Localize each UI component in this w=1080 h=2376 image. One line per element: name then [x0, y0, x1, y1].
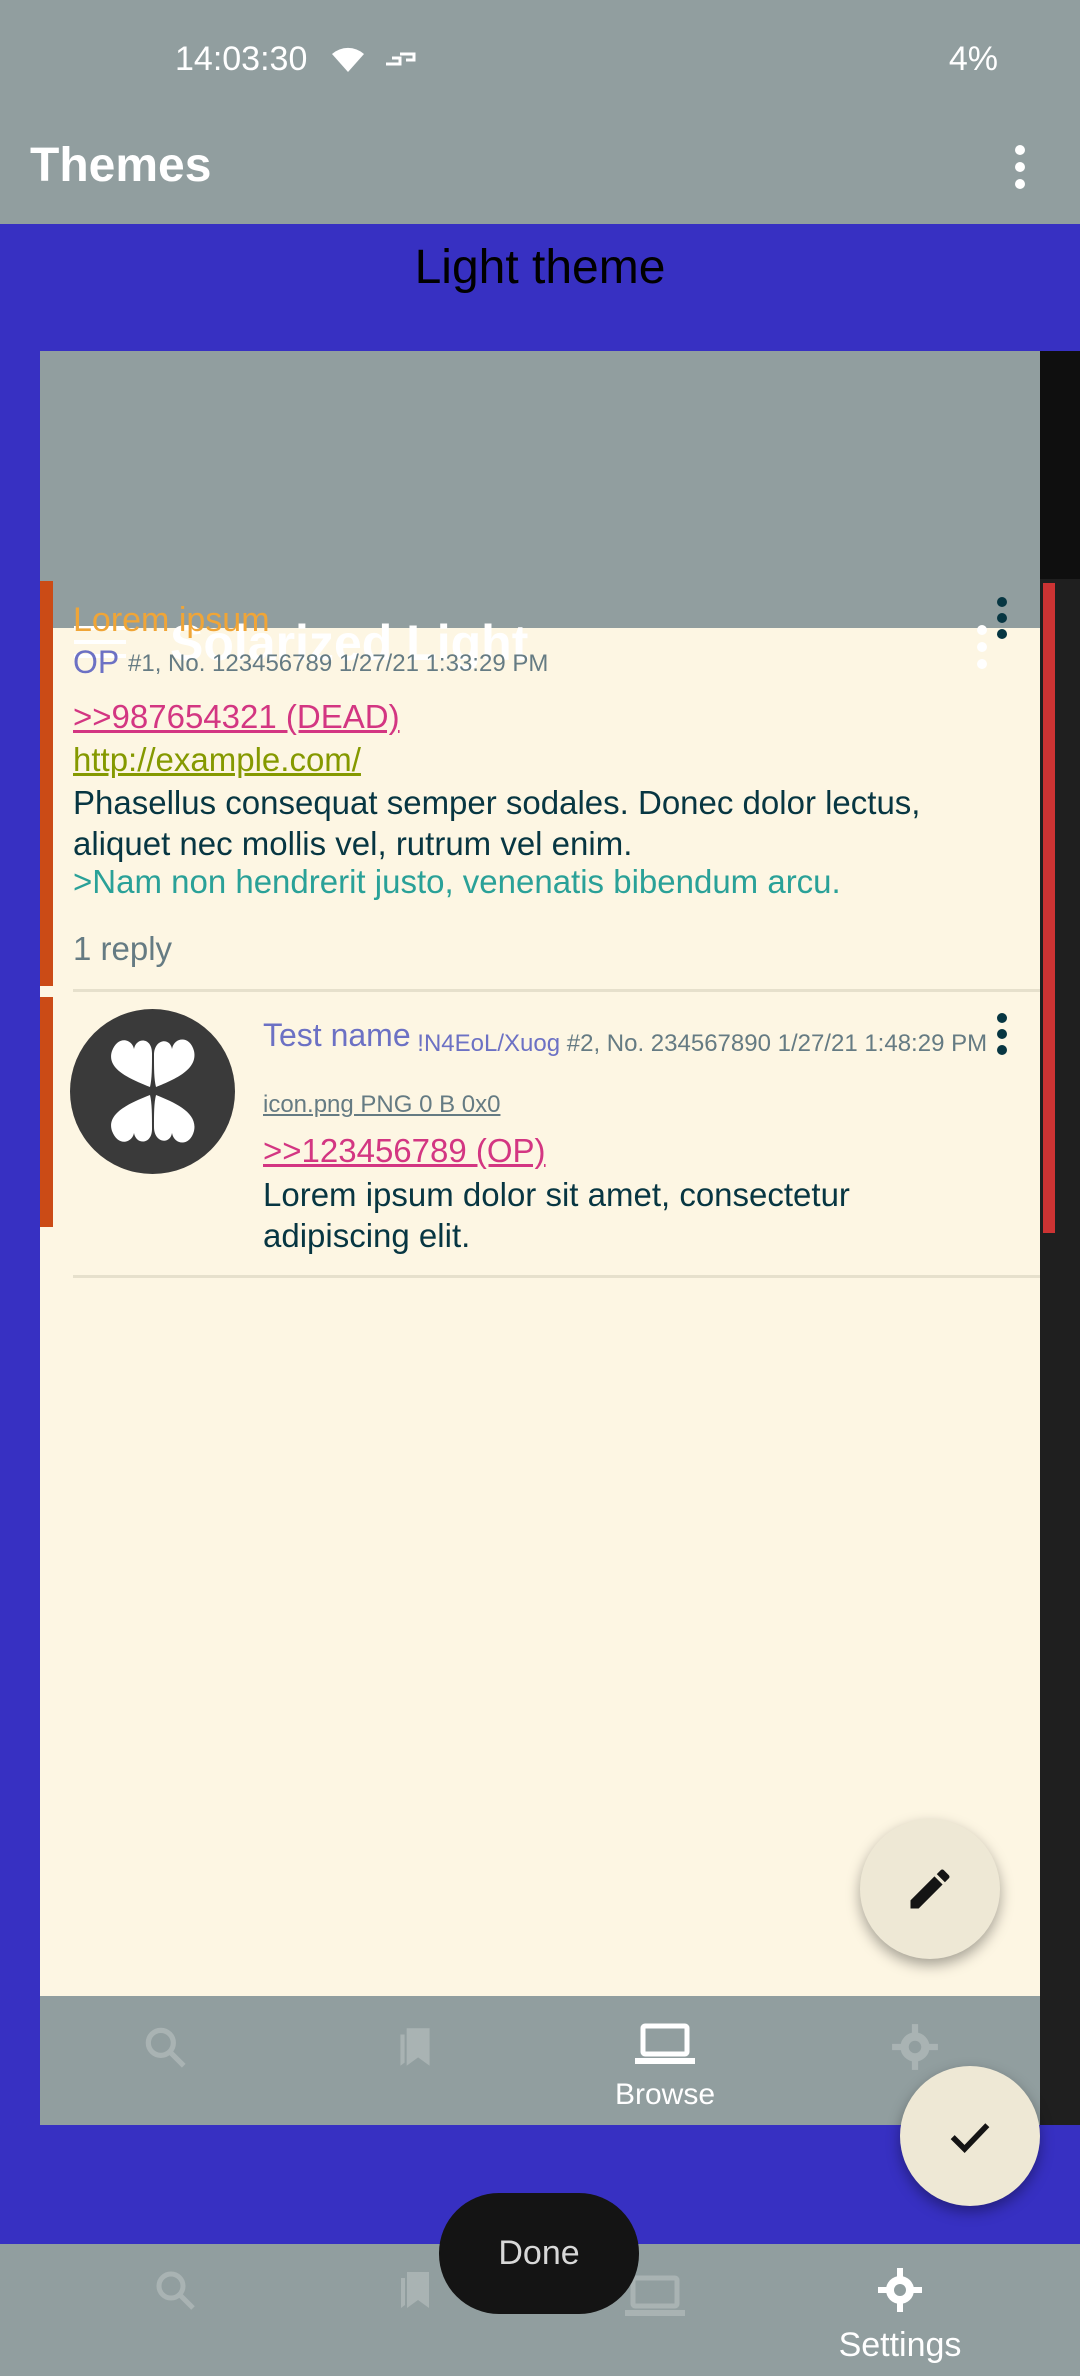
post-divider	[73, 1275, 1040, 1278]
preview-nav-bookmarks	[290, 1996, 540, 2125]
post-quote-link: >>987654321 (DEAD)	[73, 698, 400, 735]
wifi-icon	[332, 47, 364, 72]
check-icon	[950, 2123, 990, 2154]
post-thumbnail	[70, 1009, 235, 1174]
reply-fab	[860, 1819, 1000, 1959]
post-replies: 1 reply	[73, 930, 173, 967]
apply-theme-button[interactable]	[900, 2066, 1040, 2206]
post-meta: #2, No. 234567890 1/27/21 1:48:29 PM	[566, 1030, 988, 1057]
overflow-menu-icon[interactable]	[1000, 142, 1040, 192]
preview-nav-browse-label: Browse	[614, 2078, 716, 2111]
post-divider	[73, 989, 1040, 992]
preview-status-bar	[40, 351, 1040, 476]
post-accent-bar	[40, 581, 53, 986]
search-icon	[145, 2027, 186, 2068]
bookmarks-icon	[401, 2272, 429, 2308]
search-icon	[156, 2271, 195, 2310]
done-label: Done	[498, 2234, 580, 2272]
post-name: OP	[73, 644, 120, 680]
theme-name: Light theme	[414, 241, 666, 294]
laptop-icon	[625, 2275, 685, 2316]
pencil-icon	[910, 1869, 950, 1909]
nav-settings-label: Settings	[838, 2326, 962, 2364]
preview-nav-search	[40, 1996, 290, 2125]
gear-icon	[892, 2024, 938, 2070]
nav-search[interactable]	[40, 2244, 310, 2376]
theme-preview-card: Solarized Light Lorem ipsum OP #1, No. 1…	[40, 351, 1040, 2125]
preview-bottom-nav: Browse	[40, 1996, 1040, 2125]
status-bar	[0, 0, 1080, 120]
battery-level: 4%	[948, 40, 998, 78]
clover-icon	[111, 1039, 195, 1143]
post-meta: #1, No. 123456789 1/27/21 1:33:29 PM	[128, 650, 549, 677]
preview-nav-browse: Browse	[540, 1996, 790, 2125]
post-body: Phasellus consequat semper sodales. Done…	[73, 784, 921, 862]
post-options-icon	[997, 1013, 1007, 1055]
done-button[interactable]: Done	[439, 2193, 639, 2314]
post-options-icon	[997, 597, 1007, 639]
data-transfer-icon	[386, 52, 416, 66]
page-title: Themes	[30, 139, 212, 192]
peek-toolbar	[1040, 351, 1080, 579]
status-time: 14:03:30	[175, 40, 308, 78]
post-accent-bar	[40, 997, 53, 1227]
post-quote-link: >>123456789 (OP)	[263, 1132, 546, 1169]
nav-settings[interactable]: Settings	[765, 2244, 1035, 2376]
post-subject: Lorem ipsum	[73, 601, 270, 639]
preview-overflow-icon	[977, 625, 987, 669]
gear-icon	[878, 2268, 922, 2312]
post-url-link: http://example.com/	[73, 741, 361, 778]
laptop-icon	[635, 2023, 695, 2064]
post-file-info: icon.png PNG 0 B 0x0	[263, 1091, 501, 1118]
bookmarks-icon	[400, 2028, 430, 2066]
peek-accent-bar	[1043, 583, 1055, 1233]
post-body: Lorem ipsum dolor sit amet, consectetur …	[263, 1176, 850, 1254]
next-theme-peek[interactable]	[1040, 351, 1080, 2125]
post-tripcode: !N4EoL/Xuog	[417, 1030, 561, 1057]
post-greentext: >Nam non hendrerit justo, venenatis bibe…	[73, 863, 841, 900]
post-name-overlay: Test name	[263, 1017, 411, 1053]
